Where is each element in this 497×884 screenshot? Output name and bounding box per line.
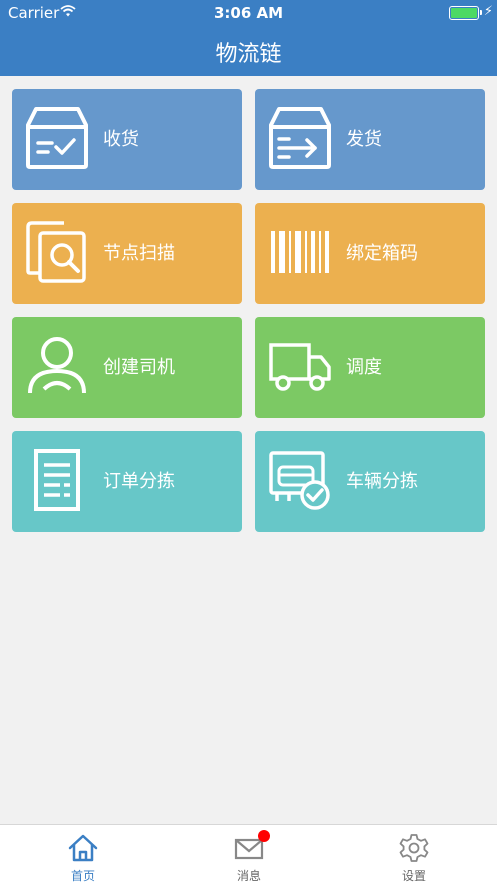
battery-icon — [449, 6, 482, 20]
tile-label: 发货 — [346, 129, 382, 150]
tile-label: 创建司机 — [103, 357, 175, 378]
unread-badge — [258, 830, 270, 842]
tab-bar: 首页 消息 设置 — [0, 824, 497, 884]
tab-settings[interactable]: 设置 — [331, 825, 497, 884]
tab-messages[interactable]: 消息 — [166, 825, 332, 884]
tile-label: 订单分拣 — [103, 471, 175, 492]
tile-order-sort[interactable]: 订单分拣 — [12, 431, 242, 532]
gear-icon — [399, 834, 429, 862]
order-list-icon — [34, 449, 80, 511]
tile-label: 调度 — [346, 357, 382, 378]
truck-icon — [269, 343, 331, 391]
tile-label: 节点扫描 — [103, 243, 175, 264]
tile-node-scan[interactable]: 节点扫描 — [12, 203, 242, 304]
charging-icon: ⚡ — [483, 4, 493, 19]
tab-label: 首页 — [70, 869, 95, 883]
driver-user-icon — [28, 337, 86, 394]
page-title: 物流链 — [215, 42, 282, 67]
status-bar: Carrier 3:06 AM ⚡ — [0, 0, 497, 26]
tab-home[interactable]: 首页 — [0, 825, 166, 884]
tile-receive[interactable]: 收货 — [12, 89, 242, 190]
tile-ship[interactable]: 发货 — [255, 89, 485, 190]
clock: 3:06 AM — [213, 4, 284, 22]
tile-create-driver[interactable]: 创建司机 — [12, 317, 242, 418]
tile-label: 绑定箱码 — [346, 243, 418, 264]
receive-box-icon — [26, 107, 88, 169]
barcode-icon — [271, 231, 329, 273]
ship-box-icon — [269, 107, 331, 169]
tab-label: 消息 — [236, 869, 261, 883]
tile-label: 车辆分拣 — [346, 471, 418, 492]
vehicle-check-icon — [269, 451, 330, 510]
tile-dispatch[interactable]: 调度 — [255, 317, 485, 418]
tab-label: 设置 — [401, 869, 426, 883]
tile-vehicle-sort[interactable]: 车辆分拣 — [255, 431, 485, 532]
tile-bind-box-code[interactable]: 绑定箱码 — [255, 203, 485, 304]
home-icon — [68, 834, 98, 862]
document-search-icon — [26, 221, 86, 283]
app-header: Carrier 3:06 AM ⚡ 物流链 — [0, 0, 497, 76]
tile-label: 收货 — [103, 129, 139, 150]
